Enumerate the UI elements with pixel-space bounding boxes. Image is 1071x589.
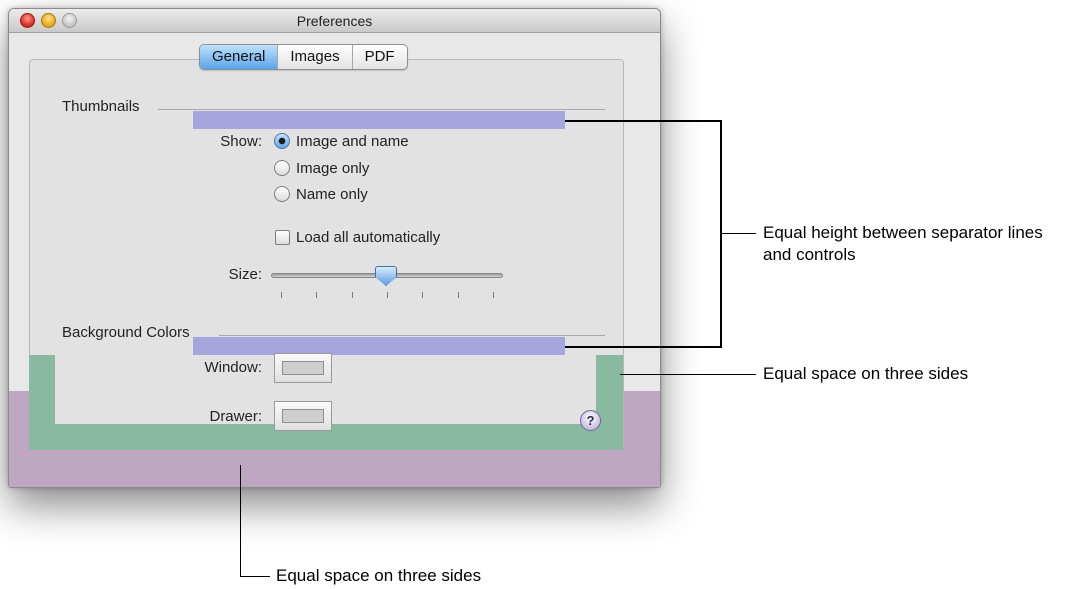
radio-image-and-name[interactable] <box>274 133 290 149</box>
window-color-swatch <box>282 361 324 375</box>
load-all-label: Load all automatically <box>296 229 441 246</box>
radio-label-name-only: Name only <box>296 186 368 203</box>
slider-tick <box>316 292 318 298</box>
annotation-sides-bottom: Equal space on three sides <box>276 566 482 585</box>
slider-tick <box>281 292 282 298</box>
overlay-spacing-bar-top <box>193 111 565 129</box>
window-title: Preferences <box>296 13 373 29</box>
annotation-sides-right: Equal space on three sides <box>763 364 969 383</box>
drawer-color-well[interactable] <box>274 401 332 431</box>
callout-pointer-separators <box>722 233 756 234</box>
radio-label-image-and-name: Image and name <box>296 133 409 150</box>
drawer-color-swatch <box>282 409 324 423</box>
size-label: Size: <box>228 266 262 283</box>
callout-pointer-bottom-horizontal <box>240 576 270 577</box>
show-label: Show: <box>220 133 262 150</box>
drawer-color-label: Drawer: <box>209 408 262 425</box>
slider-tick <box>387 292 388 298</box>
help-button[interactable]: ? <box>580 410 601 431</box>
radio-name-only[interactable] <box>274 186 290 202</box>
tab-pdf[interactable]: PDF <box>351 45 407 69</box>
callout-line-bottom-horizontal <box>565 346 722 348</box>
load-all-checkbox[interactable] <box>275 230 290 245</box>
slider-tick <box>422 292 424 298</box>
annotation-separators: Equal height between separator lines and… <box>763 223 1043 264</box>
radio-image-only[interactable] <box>274 160 290 176</box>
callout-line-top-horizontal <box>565 120 722 122</box>
slider-tick <box>493 292 494 298</box>
callout-bracket-vertical <box>720 120 722 348</box>
title-bar[interactable]: Preferences <box>9 9 660 33</box>
callout-pointer-bottom-vertical <box>240 465 241 577</box>
window-color-well[interactable] <box>274 353 332 383</box>
slider-tick <box>351 292 353 298</box>
radio-label-image-only: Image only <box>296 160 370 177</box>
callout-pointer-right-sides <box>620 374 756 375</box>
window-color-label: Window: <box>204 359 262 376</box>
tab-images[interactable]: Images <box>277 45 351 69</box>
slider-tick <box>457 292 459 298</box>
tab-general[interactable]: General <box>200 45 278 69</box>
segmented-tabs: General Images PDF <box>199 44 408 70</box>
background-colors-separator <box>219 335 605 336</box>
background-colors-heading: Background Colors <box>62 324 190 341</box>
overlay-spacing-bar-bottom <box>193 337 565 355</box>
thumbnails-separator <box>158 109 605 110</box>
thumbnails-heading: Thumbnails <box>62 98 140 115</box>
